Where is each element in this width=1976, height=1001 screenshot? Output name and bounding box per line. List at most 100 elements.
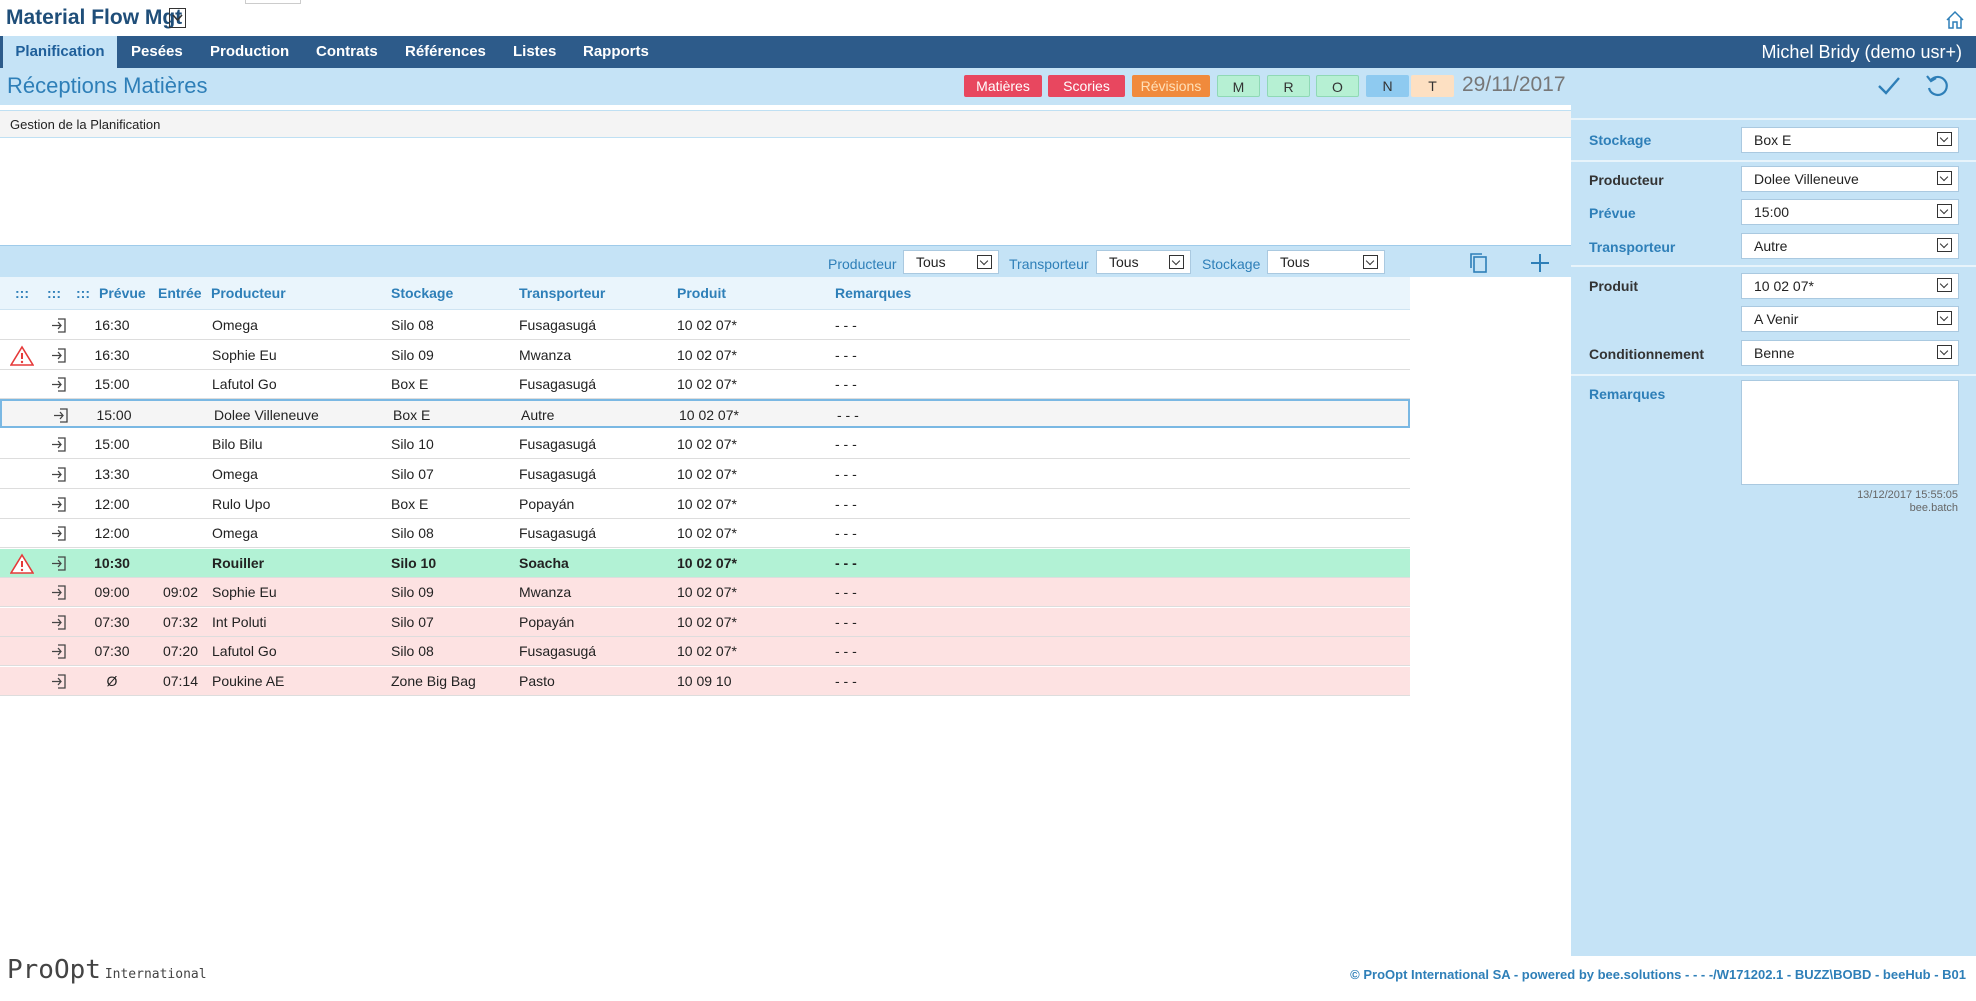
col-transporteur[interactable]: Transporteur xyxy=(519,285,605,301)
badge-scories[interactable]: Scories xyxy=(1048,75,1125,97)
col-entree[interactable]: Entrée xyxy=(158,285,202,301)
separator xyxy=(1571,160,1976,162)
record-user: bee.batch xyxy=(1909,502,1958,514)
cell-transporteur: Fusagasugá xyxy=(519,466,597,482)
table-row[interactable]: 07:30 07:20 Lafutol Go Silo 08 Fusagasugá 10 … xyxy=(0,637,1410,666)
enter-icon[interactable] xyxy=(50,436,68,453)
cell-producteur: Omega xyxy=(212,317,258,333)
cell-produit: 10 02 07* xyxy=(677,317,737,333)
cell-transporteur: Soacha xyxy=(519,555,569,571)
col-grip-3[interactable]: ::: xyxy=(76,285,90,301)
table-row[interactable]: 13:30 Omega Silo 07 Fusagasugá 10 02 07* - - … xyxy=(0,460,1410,489)
user-name[interactable]: Michel Bridy (demo usr+) xyxy=(1761,36,1962,68)
badge-matieres[interactable]: Matières xyxy=(964,75,1042,97)
col-producteur[interactable]: Producteur xyxy=(211,285,286,301)
check-icon[interactable] xyxy=(1875,72,1903,100)
enter-icon[interactable] xyxy=(50,584,68,601)
stockage-select[interactable]: Box E xyxy=(1741,127,1959,153)
conditionnement-select[interactable]: Benne xyxy=(1741,340,1959,366)
cell-transporteur: Fusagasugá xyxy=(519,317,597,333)
filter-transporteur-select[interactable]: Tous xyxy=(1096,250,1191,274)
table-row[interactable]: 09:00 09:02 Sophie Eu Silo 09 Mwanza 10 02 07… xyxy=(0,578,1410,607)
produit-select[interactable]: 10 02 07* xyxy=(1741,273,1959,299)
cell-producteur: Int Poluti xyxy=(212,614,267,630)
enter-icon[interactable] xyxy=(50,643,68,660)
nav-listes[interactable]: Listes xyxy=(513,36,556,68)
transporteur-value: Autre xyxy=(1754,238,1788,254)
remarques-label: Remarques xyxy=(1589,386,1666,402)
col-remarques[interactable]: Remarques xyxy=(835,285,911,301)
enter-icon[interactable] xyxy=(50,496,68,513)
table-row[interactable]: Ø 07:14 Poukine AE Zone Big Bag Pasto 10 09 1… xyxy=(0,667,1410,696)
remarques-textarea[interactable] xyxy=(1741,380,1959,485)
cell-stockage: Silo 08 xyxy=(391,317,434,333)
nav-references[interactable]: Références xyxy=(405,36,486,68)
enter-icon[interactable] xyxy=(50,347,68,364)
table-row[interactable]: 15:00 Lafutol Go Box E Fusagasugá 10 02 07* -… xyxy=(0,370,1410,399)
badge-o[interactable]: O xyxy=(1316,75,1359,97)
home-icon[interactable] xyxy=(1944,9,1966,31)
col-grip-1[interactable]: ::: xyxy=(15,285,29,301)
current-date[interactable]: 29/11/2017 xyxy=(1462,73,1566,97)
cell-entree: 07:20 xyxy=(162,643,198,659)
badge-n[interactable]: N xyxy=(1366,75,1409,97)
warning-icon xyxy=(10,345,34,366)
enter-icon[interactable] xyxy=(50,614,68,631)
table-row[interactable]: 12:00 Omega Silo 08 Fusagasugá 10 02 07* - - … xyxy=(0,519,1410,548)
badge-t[interactable]: T xyxy=(1411,75,1454,97)
conditionnement-value: Benne xyxy=(1754,345,1795,361)
cell-transporteur: Mwanza xyxy=(519,347,572,363)
col-grip-2[interactable]: ::: xyxy=(47,285,61,301)
table-row[interactable]: 16:30 Omega Silo 08 Fusagasugá 10 02 07* - - … xyxy=(0,311,1410,340)
enter-icon[interactable] xyxy=(50,525,68,542)
proopt-logo: ProOpt International xyxy=(7,955,207,985)
cell-produit: 10 02 07* xyxy=(677,376,737,392)
plus-icon[interactable] xyxy=(1528,251,1552,275)
enter-icon[interactable] xyxy=(50,555,68,572)
table-row[interactable]: 12:00 Rulo Upo Box E Popayán 10 02 07* - - - xyxy=(0,490,1410,519)
table-row[interactable]: 16:30 Sophie Eu Silo 09 Mwanza 10 02 07* - - … xyxy=(0,341,1410,370)
nav-pesees[interactable]: Pesées xyxy=(131,36,183,68)
badge-revisions[interactable]: Révisions xyxy=(1132,75,1210,97)
filter-bar: Producteur Tous Transporteur Tous Stocka… xyxy=(0,245,1571,277)
table-row[interactable]: 10:30 Rouiller Silo 10 Soacha 10 02 07* - - - xyxy=(0,549,1410,578)
copy-icon[interactable] xyxy=(1467,251,1491,275)
nav-production[interactable]: Production xyxy=(210,36,289,68)
enter-icon[interactable] xyxy=(50,673,68,690)
table-row[interactable]: 15:00 Dolee Villeneuve Box E Autre 10 02 07*… xyxy=(0,399,1410,428)
nav-contrats[interactable]: Contrats xyxy=(316,36,378,68)
enter-icon[interactable] xyxy=(50,466,68,483)
undo-icon[interactable] xyxy=(1923,72,1951,100)
cell-producteur: Rulo Upo xyxy=(212,496,271,512)
filter-stockage-select[interactable]: Tous xyxy=(1267,250,1385,274)
enter-icon[interactable] xyxy=(50,376,68,393)
main-nav: Planification Pesées Production Contrats… xyxy=(0,36,1976,68)
badge-r[interactable]: R xyxy=(1267,75,1310,97)
cell-remarques: - - - xyxy=(835,555,857,571)
app-switch-dropdown[interactable] xyxy=(169,8,186,28)
prevue-select[interactable]: 15:00 xyxy=(1741,199,1959,225)
cell-stockage: Silo 09 xyxy=(391,584,434,600)
cell-transporteur: Pasto xyxy=(519,673,555,689)
col-prevue[interactable]: Prévue xyxy=(99,285,146,301)
chevron-down-icon xyxy=(977,255,992,269)
record-timestamp: 13/12/2017 15:55:05 xyxy=(1857,489,1958,501)
filter-producteur-select[interactable]: Tous xyxy=(903,250,999,274)
badge-m[interactable]: M xyxy=(1217,75,1260,97)
producteur-select[interactable]: Dolee Villeneuve xyxy=(1741,166,1959,192)
statut-select[interactable]: A Venir xyxy=(1741,306,1959,332)
enter-icon[interactable] xyxy=(52,407,70,424)
nav-rapports[interactable]: Rapports xyxy=(583,36,649,68)
cell-producteur: Lafutol Go xyxy=(212,376,277,392)
table-row[interactable]: 07:30 07:32 Int Poluti Silo 07 Popayán 10 02 … xyxy=(0,608,1410,637)
table-row[interactable]: 15:00 Bilo Bilu Silo 10 Fusagasugá 10 02 07*… xyxy=(0,430,1410,459)
col-produit[interactable]: Produit xyxy=(677,285,726,301)
col-stockage[interactable]: Stockage xyxy=(391,285,453,301)
app-title: Material Flow Mgt xyxy=(6,6,183,29)
prevue-label: Prévue xyxy=(1589,205,1636,221)
cell-producteur: Omega xyxy=(212,525,258,541)
nav-planification[interactable]: Planification xyxy=(3,36,117,68)
transporteur-select[interactable]: Autre xyxy=(1741,233,1959,259)
gestion-bar: Gestion de la Planification xyxy=(0,110,1571,138)
enter-icon[interactable] xyxy=(50,317,68,334)
